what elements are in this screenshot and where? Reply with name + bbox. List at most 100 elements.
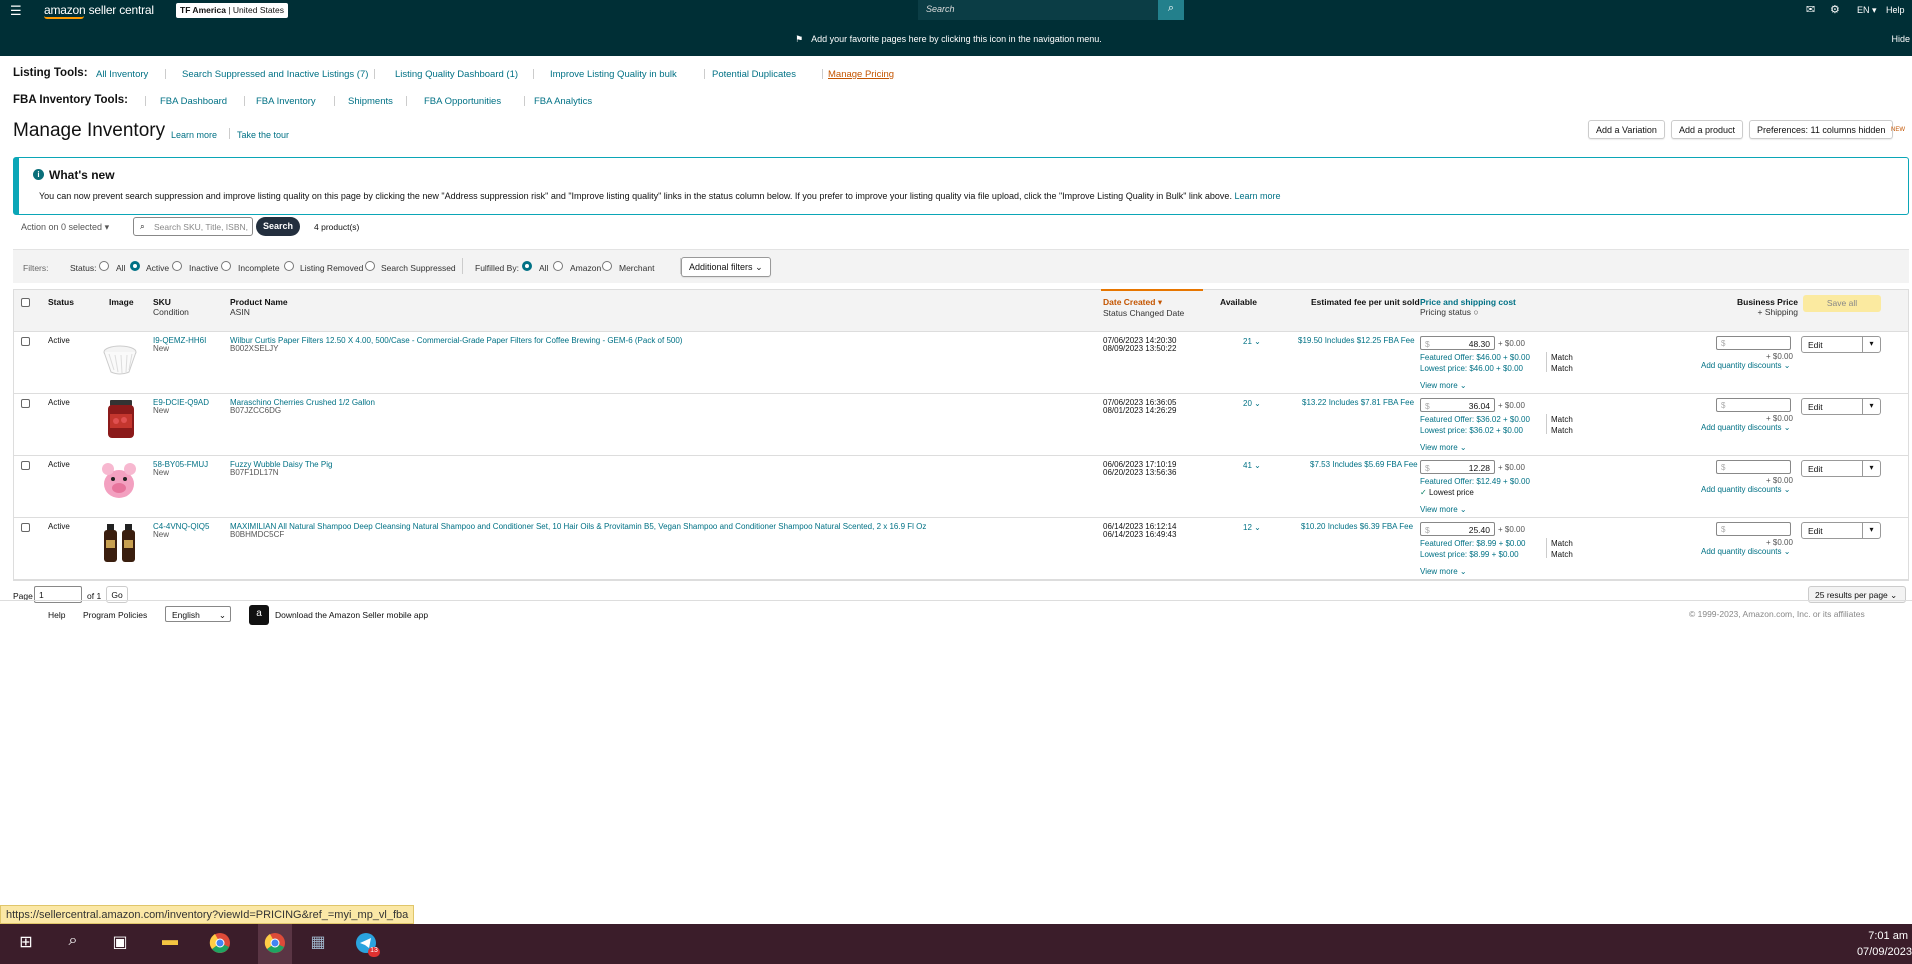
hide-bar-button[interactable]: Hide	[1891, 34, 1910, 44]
footer-policies-link[interactable]: Program Policies	[83, 610, 147, 620]
row-featured-offer[interactable]: Featured Offer: $46.00 + $0.00	[1420, 353, 1530, 362]
add-quantity-discounts-link[interactable]: Add quantity discounts ⌄	[1701, 485, 1790, 494]
gear-icon[interactable]: ⚙	[1830, 3, 1840, 16]
chrome-profile-icon[interactable]	[263, 932, 287, 956]
footer-language-select[interactable]: English ⌄	[165, 606, 231, 622]
row-fee[interactable]: $7.53 Includes $5.69 FBA Fee	[1310, 460, 1418, 469]
col-status[interactable]: Status	[48, 297, 74, 307]
footer-help-link[interactable]: Help	[48, 610, 65, 620]
link-fba-inventory[interactable]: FBA Inventory	[256, 96, 316, 107]
seller-central-logo[interactable]: amazon seller central	[44, 3, 154, 19]
take-tour-link[interactable]: Take the tour	[237, 130, 289, 140]
chevron-down-icon[interactable]: ▾	[1862, 461, 1880, 476]
row-available[interactable]: 21 ⌄	[1243, 337, 1261, 346]
row-available[interactable]: 12 ⌄	[1243, 523, 1261, 532]
add-product-button[interactable]: Add a product	[1671, 120, 1744, 139]
select-all-checkbox[interactable]	[21, 298, 30, 307]
row-featured-offer[interactable]: Featured Offer: $8.99 + $0.00	[1420, 539, 1525, 548]
view-more-link[interactable]: View more ⌄	[1420, 567, 1467, 576]
link-fba-analytics[interactable]: FBA Analytics	[534, 96, 592, 107]
hamburger-menu-icon[interactable]: ☰	[10, 3, 22, 19]
link-listing-quality-dashboard[interactable]: Listing Quality Dashboard (1)	[395, 69, 518, 80]
help-link[interactable]: Help	[1886, 5, 1905, 15]
seller-app-icon[interactable]: a	[249, 605, 269, 625]
chrome-icon[interactable]	[208, 932, 232, 956]
add-quantity-discounts-link[interactable]: Add quantity discounts ⌄	[1701, 423, 1790, 432]
view-more-link[interactable]: View more ⌄	[1420, 443, 1467, 452]
row-available[interactable]: 20 ⌄	[1243, 399, 1261, 408]
link-potential-duplicates[interactable]: Potential Duplicates	[712, 69, 796, 80]
row-fee[interactable]: $13.22 Includes $7.81 FBA Fee	[1302, 398, 1414, 407]
link-manage-pricing[interactable]: Manage Pricing	[828, 69, 894, 80]
status-incomplete-radio[interactable]	[221, 261, 231, 271]
task-view-icon[interactable]: ▣	[108, 932, 132, 956]
link-improve-listing-quality[interactable]: Improve Listing Quality in bulk	[550, 69, 677, 80]
calculator-icon[interactable]: ▦	[306, 932, 330, 956]
edit-button[interactable]: Edit ▾	[1801, 336, 1881, 353]
plush-pig-image[interactable]	[100, 460, 138, 502]
match-featured-button[interactable]: Match	[1551, 539, 1573, 548]
link-suppressed-listings[interactable]: Search Suppressed and Inactive Listings …	[182, 69, 368, 80]
row-checkbox[interactable]	[21, 337, 30, 346]
inventory-search-input[interactable]: ⌕ Search SKU, Title, ISBN,	[133, 217, 253, 236]
edit-button[interactable]: Edit ▾	[1801, 522, 1881, 539]
col-available[interactable]: Available	[1220, 297, 1257, 307]
row-featured-offer[interactable]: Featured Offer: $36.02 + $0.00	[1420, 415, 1530, 424]
match-lowest-button[interactable]: Match	[1551, 550, 1573, 559]
match-lowest-button[interactable]: Match	[1551, 364, 1573, 373]
whats-new-learn-more[interactable]: Learn more	[1234, 191, 1280, 201]
status-inactive-radio[interactable]	[172, 261, 182, 271]
row-featured-offer[interactable]: Featured Offer: $12.49 + $0.00	[1420, 477, 1530, 486]
business-price-input[interactable]	[1716, 398, 1791, 412]
edit-button[interactable]: Edit ▾	[1801, 398, 1881, 415]
help-circle-icon[interactable]: ○	[1473, 307, 1478, 317]
shampoo-bottles-image[interactable]	[101, 522, 139, 564]
download-app-link[interactable]: Download the Amazon Seller mobile app	[275, 610, 428, 620]
col-product-name[interactable]: Product Name ASIN	[230, 297, 288, 317]
business-price-input[interactable]	[1716, 336, 1791, 350]
match-featured-button[interactable]: Match	[1551, 415, 1573, 424]
row-product-name[interactable]: MAXIMILIAN All Natural Shampoo Deep Clea…	[230, 522, 926, 531]
status-active-radio[interactable]	[130, 261, 140, 271]
view-more-link[interactable]: View more ⌄	[1420, 505, 1467, 514]
chevron-down-icon[interactable]: ▾	[1862, 399, 1880, 414]
link-fba-opportunities[interactable]: FBA Opportunities	[424, 96, 501, 107]
row-checkbox[interactable]	[21, 399, 30, 408]
mail-icon[interactable]: ✉	[1806, 3, 1815, 16]
col-price[interactable]: Price and shipping cost Pricing status ○	[1420, 297, 1516, 317]
row-fee[interactable]: $19.50 Includes $12.25 FBA Fee	[1298, 336, 1415, 345]
row-checkbox[interactable]	[21, 523, 30, 532]
col-date-created[interactable]: Date Created ▾ Status Changed Date	[1103, 297, 1184, 318]
search-icon[interactable]: ⌕	[61, 932, 85, 956]
windows-start-icon[interactable]: ⊞	[14, 932, 38, 956]
price-input[interactable]: 48.30	[1420, 336, 1495, 350]
row-lowest-price[interactable]: Lowest price: $36.02 + $0.00	[1420, 426, 1523, 435]
fulfilled-merchant-radio[interactable]	[602, 261, 612, 271]
row-lowest-price[interactable]: Lowest price: $8.99 + $0.00	[1420, 550, 1519, 559]
additional-filters-button[interactable]: Additional filters ⌄	[681, 257, 771, 277]
chevron-down-icon[interactable]: ▾	[1862, 337, 1880, 352]
link-shipments[interactable]: Shipments	[348, 96, 393, 107]
status-suppressed-radio[interactable]	[365, 261, 375, 271]
row-lowest-price[interactable]: Lowest price: $46.00 + $0.00	[1420, 364, 1523, 373]
match-lowest-button[interactable]: Match	[1551, 426, 1573, 435]
link-all-inventory[interactable]: All Inventory	[96, 69, 148, 80]
language-selector[interactable]: EN ▾	[1857, 5, 1877, 16]
col-sku[interactable]: SKU Condition	[153, 297, 189, 317]
edit-button[interactable]: Edit ▾	[1801, 460, 1881, 477]
match-featured-button[interactable]: Match	[1551, 353, 1573, 362]
business-price-input[interactable]	[1716, 460, 1791, 474]
fulfilled-amazon-radio[interactable]	[553, 261, 563, 271]
view-more-link[interactable]: View more ⌄	[1420, 381, 1467, 390]
price-input[interactable]: 36.04	[1420, 398, 1495, 412]
learn-more-link[interactable]: Learn more	[171, 130, 217, 140]
inventory-search-button[interactable]: Search	[256, 217, 300, 236]
global-search-input[interactable]: Search	[918, 0, 1158, 20]
row-available[interactable]: 41 ⌄	[1243, 461, 1261, 470]
business-price-input[interactable]	[1716, 522, 1791, 536]
add-quantity-discounts-link[interactable]: Add quantity discounts ⌄	[1701, 547, 1790, 556]
save-all-button[interactable]: Save all	[1803, 295, 1881, 312]
row-checkbox[interactable]	[21, 461, 30, 470]
link-fba-dashboard[interactable]: FBA Dashboard	[160, 96, 227, 107]
file-explorer-icon[interactable]: ▬	[158, 932, 182, 956]
